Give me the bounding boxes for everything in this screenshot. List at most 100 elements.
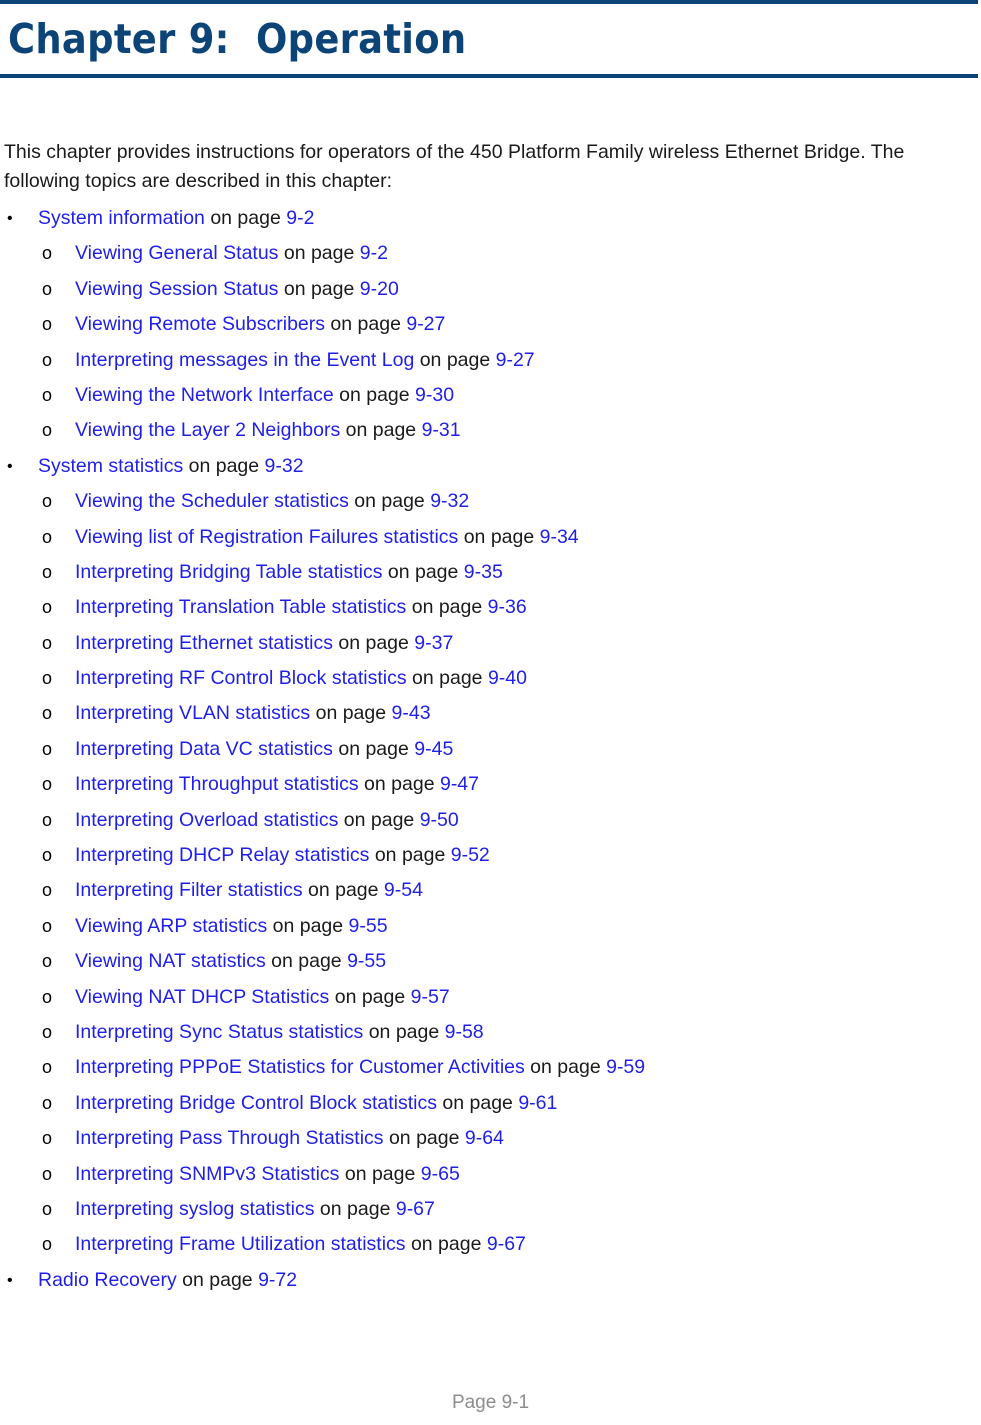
toc-entry-page-number[interactable]: 9-20 xyxy=(360,278,399,300)
toc-entry[interactable]: o Interpreting DHCP Relay statistics on p… xyxy=(0,838,981,873)
toc-entry-page-number[interactable]: 9-36 xyxy=(488,596,527,618)
toc-entry[interactable]: o Interpreting SNMPv3 Statistics on page … xyxy=(0,1157,981,1192)
toc-entry-link[interactable]: Interpreting Bridging Table statistics xyxy=(75,561,382,583)
toc-entry-page-number[interactable]: 9-37 xyxy=(414,632,453,654)
toc-entry-page-number[interactable]: 9-61 xyxy=(518,1092,557,1114)
toc-entry-link[interactable]: Interpreting Throughput statistics xyxy=(75,773,359,795)
toc-entry-page-number[interactable]: 9-64 xyxy=(465,1127,504,1149)
toc-entry-link[interactable]: Viewing Remote Subscribers xyxy=(75,313,325,335)
toc-entry-page-number[interactable]: 9-55 xyxy=(349,915,388,937)
toc-entry[interactable]: o Viewing NAT DHCP Statistics on page 9-5… xyxy=(0,980,981,1015)
toc-entry-page-number[interactable]: 9-72 xyxy=(258,1269,297,1291)
toc-entry[interactable]: o Viewing the Network Interface on page 9… xyxy=(0,378,981,413)
toc-entry[interactable]: o Interpreting Sync Status statistics on … xyxy=(0,1015,981,1050)
toc-entry[interactable]: o Viewing the Layer 2 Neighbors on page 9… xyxy=(0,413,981,448)
toc-entry-link[interactable]: Interpreting Translation Table statistic… xyxy=(75,596,406,618)
toc-entry-link[interactable]: Interpreting PPPoE Statistics for Custom… xyxy=(75,1056,525,1078)
toc-entry-link[interactable]: Interpreting syslog statistics xyxy=(75,1198,315,1220)
toc-entry-link[interactable]: Interpreting SNMPv3 Statistics xyxy=(75,1163,339,1185)
toc-entry-link[interactable]: Viewing the Network Interface xyxy=(75,384,334,406)
toc-entry-link[interactable]: Viewing ARP statistics xyxy=(75,915,267,937)
toc-entry-text: Interpreting Ethernet statistics on page… xyxy=(75,626,453,661)
toc-entry-page-number[interactable]: 9-55 xyxy=(347,950,386,972)
toc-entry[interactable]: o Interpreting Bridging Table statistics … xyxy=(0,555,981,590)
toc-entry-page-number[interactable]: 9-50 xyxy=(420,809,459,831)
toc-entry-link[interactable]: Interpreting Pass Through Statistics xyxy=(75,1127,384,1149)
toc-entry[interactable]: o Interpreting Filter statistics on page … xyxy=(0,873,981,908)
toc-entry[interactable]: o Interpreting VLAN statistics on page 9-… xyxy=(0,696,981,731)
toc-entry-link[interactable]: Interpreting Filter statistics xyxy=(75,879,303,901)
toc-entry[interactable]: o Interpreting PPPoE Statistics for Custo… xyxy=(0,1050,981,1085)
toc-entry[interactable]: o Interpreting messages in the Event Log … xyxy=(0,343,981,378)
toc-entry-page-number[interactable]: 9-45 xyxy=(414,738,453,760)
toc-entry-page-number[interactable]: 9-58 xyxy=(445,1021,484,1043)
toc-entry-connector: on page xyxy=(278,242,360,265)
toc-entry-page-number[interactable]: 9-30 xyxy=(415,384,454,406)
toc-entry-text: System statistics on page 9-32 xyxy=(38,449,304,484)
toc-entry[interactable]: o Viewing Session Status on page 9-20 xyxy=(0,272,981,307)
toc-entry-page-number[interactable]: 9-2 xyxy=(286,207,314,229)
toc-entry[interactable]: • Radio Recovery on page 9-72 xyxy=(0,1263,981,1298)
toc-entry-link[interactable]: Radio Recovery xyxy=(38,1269,182,1291)
toc-entry-page-number[interactable]: 9-32 xyxy=(265,455,304,477)
toc-entry-link[interactable]: Viewing General Status xyxy=(75,242,278,264)
toc-entry-link[interactable]: System statistics xyxy=(38,455,183,477)
toc-entry[interactable]: o Interpreting Translation Table statisti… xyxy=(0,590,981,625)
toc-entry-link[interactable]: Viewing the Layer 2 Neighbors xyxy=(75,419,340,441)
toc-entry-text: Viewing General Status on page 9-2 xyxy=(75,236,388,271)
toc-entry-link[interactable]: Interpreting Overload statistics xyxy=(75,809,338,831)
toc-entry-page-number[interactable]: 9-32 xyxy=(430,490,469,512)
toc-entry-page-number[interactable]: 9-27 xyxy=(496,349,535,371)
toc-entry-link[interactable]: Interpreting Sync Status statistics xyxy=(75,1021,363,1043)
toc-entry-page-number[interactable]: 9-34 xyxy=(540,526,579,548)
toc-entry-page-number[interactable]: 9-40 xyxy=(488,667,527,689)
toc-entry[interactable]: o Interpreting Bridge Control Block stati… xyxy=(0,1086,981,1121)
toc-entry[interactable]: • System information on page 9-2 xyxy=(0,201,981,236)
toc-entry[interactable]: o Interpreting Ethernet statistics on pag… xyxy=(0,626,981,661)
sub-bullet-icon: o xyxy=(42,278,53,299)
toc-entry-link[interactable]: Viewing list of Registration Failures st… xyxy=(75,526,458,548)
toc-entry-link[interactable]: Interpreting Frame Utilization statistic… xyxy=(75,1233,406,1255)
toc-entry-page-number[interactable]: 9-52 xyxy=(451,844,490,866)
toc-entry-link[interactable]: Viewing NAT DHCP Statistics xyxy=(75,986,329,1008)
toc-entry[interactable]: o Interpreting Overload statistics on pag… xyxy=(0,803,981,838)
toc-entry-page-number[interactable]: 9-67 xyxy=(487,1233,526,1255)
toc-entry-link[interactable]: Interpreting messages in the Event Log xyxy=(75,349,414,371)
toc-entry-link[interactable]: Interpreting Bridge Control Block statis… xyxy=(75,1092,437,1114)
toc-entry[interactable]: o Viewing ARP statistics on page 9-55 xyxy=(0,909,981,944)
toc-entry-page-number[interactable]: 9-35 xyxy=(464,561,503,583)
toc-entry[interactable]: o Interpreting Pass Through Statistics on… xyxy=(0,1121,981,1156)
toc-entry-link[interactable]: Interpreting DHCP Relay statistics xyxy=(75,844,369,866)
toc-entry-link[interactable]: Viewing the Scheduler statistics xyxy=(75,490,349,512)
toc-entry-link[interactable]: Viewing Session Status xyxy=(75,278,278,300)
toc-entry-page-number[interactable]: 9-27 xyxy=(406,313,445,335)
toc-entry[interactable]: o Viewing the Scheduler statistics on pag… xyxy=(0,484,981,519)
toc-entry-page-number[interactable]: 9-65 xyxy=(421,1163,460,1185)
toc-entry-page-number[interactable]: 9-59 xyxy=(606,1056,645,1078)
toc-entry[interactable]: o Interpreting Throughput statistics on p… xyxy=(0,767,981,802)
toc-entry-page-number[interactable]: 9-57 xyxy=(411,986,450,1008)
toc-entry-page-number[interactable]: 9-67 xyxy=(396,1198,435,1220)
toc-entry-page-number[interactable]: 9-43 xyxy=(392,702,431,724)
toc-entry-link[interactable]: Interpreting Ethernet statistics xyxy=(75,632,333,654)
toc-entry[interactable]: o Viewing NAT statistics on page 9-55 xyxy=(0,944,981,979)
toc-entry-page-number[interactable]: 9-31 xyxy=(422,419,461,441)
toc-entry[interactable]: o Viewing Remote Subscribers on page 9-27 xyxy=(0,307,981,342)
toc-entry-text: Viewing NAT DHCP Statistics on page 9-57 xyxy=(75,980,450,1015)
toc-entry-page-number[interactable]: 9-2 xyxy=(360,242,388,264)
toc-entry-link[interactable]: System information xyxy=(38,207,205,229)
toc-entry-link[interactable]: Interpreting Data VC statistics xyxy=(75,738,333,760)
toc-entry[interactable]: o Viewing list of Registration Failures s… xyxy=(0,520,981,555)
toc-entry[interactable]: o Interpreting Frame Utilization statisti… xyxy=(0,1227,981,1262)
toc-entry-link[interactable]: Interpreting VLAN statistics xyxy=(75,702,310,724)
toc-entry-page-number[interactable]: 9-47 xyxy=(440,773,479,795)
toc-entry[interactable]: o Interpreting Data VC statistics on page… xyxy=(0,732,981,767)
toc-entry[interactable]: • System statistics on page 9-32 xyxy=(0,449,981,484)
toc-entry[interactable]: o Interpreting RF Control Block statistic… xyxy=(0,661,981,696)
toc-entry[interactable]: o Viewing General Status on page 9-2 xyxy=(0,236,981,271)
toc-entry[interactable]: o Interpreting syslog statistics on page … xyxy=(0,1192,981,1227)
toc-entry-page-number[interactable]: 9-54 xyxy=(384,879,423,901)
sub-bullet-icon: o xyxy=(42,845,53,866)
toc-entry-link[interactable]: Viewing NAT statistics xyxy=(75,950,266,972)
toc-entry-link[interactable]: Interpreting RF Control Block statistics xyxy=(75,667,407,689)
